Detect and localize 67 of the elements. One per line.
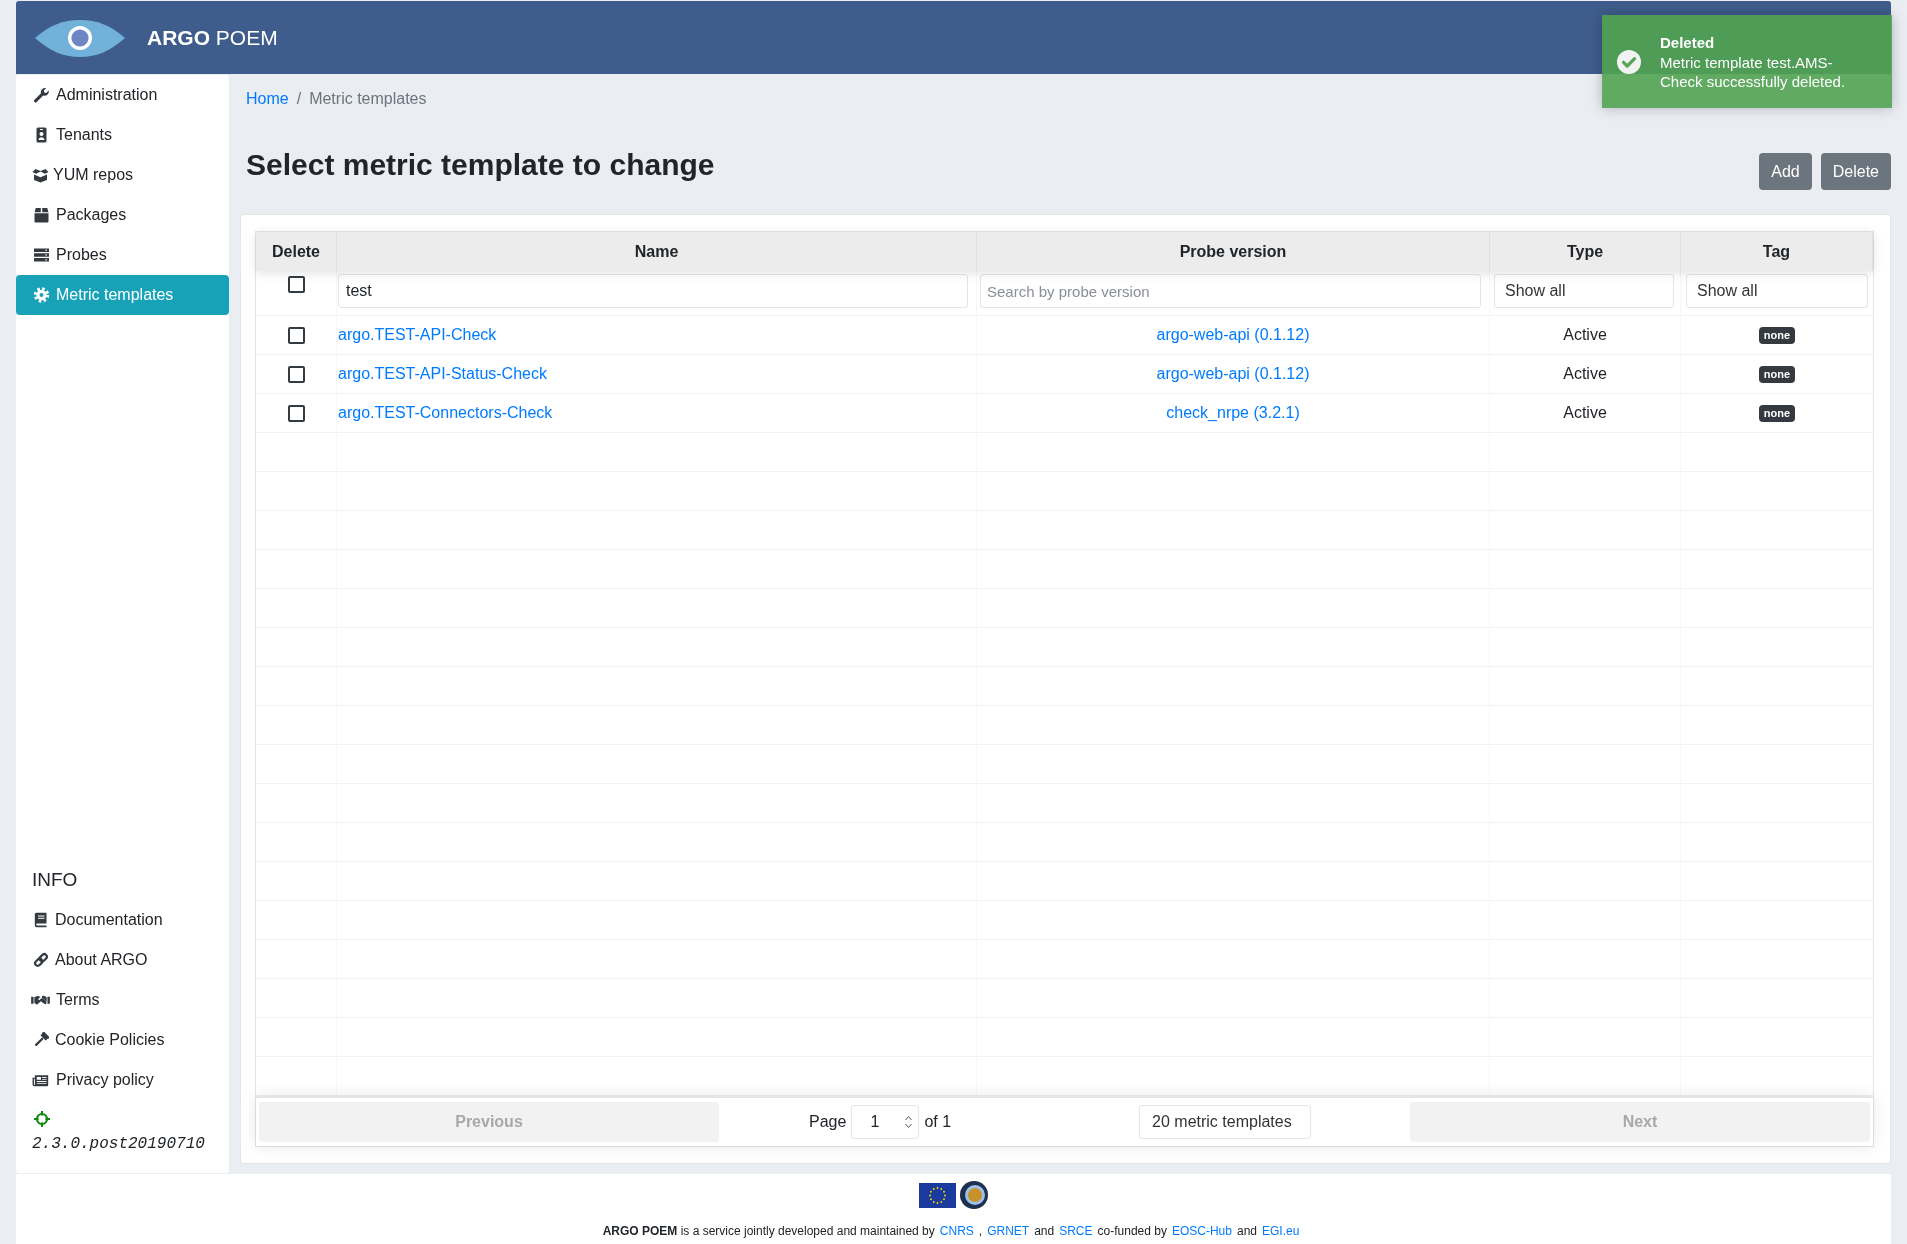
eu-flag-icon [918,1182,956,1208]
info-heading: INFO [31,867,79,892]
open-box-icon [31,167,50,183]
footer-link[interactable]: EGI.eu [1262,1222,1300,1240]
page-size-dropdown[interactable]: 20 metric templates [1139,1105,1311,1139]
action-button[interactable]: Add [1759,153,1812,190]
footer-credits: ARGO POEM is a service jointly developed and maintained by CNRS , GRNET and SRCE co-funded by EOSC-Hub and EGI.eu [602,1222,1301,1240]
column-header[interactable]: Name [337,232,977,271]
footer-link[interactable]: EOSC-Hub [1171,1222,1232,1240]
newspaper-icon [31,1072,50,1088]
probe-version-link[interactable]: argo-web-api (0.1.12) [1156,323,1310,347]
type-text: Active [1563,364,1607,384]
link-icon [33,952,49,968]
sidebar-item[interactable]: Tenants [16,115,229,155]
info-link[interactable]: Documentation [16,900,229,940]
spinner-arrows-icon [905,1115,913,1129]
page-title: Select metric template to change [246,147,715,183]
tag-badge: none [1758,404,1796,422]
sidebar-item[interactable]: Probes [16,235,229,275]
tag-badge: none [1758,365,1796,383]
template-name-link[interactable]: argo.TEST-API-Check [338,323,497,347]
info-link[interactable]: Cookie Policies [16,1020,229,1060]
breadcrumb-current: Metric templates [309,89,427,109]
checkbox[interactable] [287,326,305,344]
footer-link[interactable]: GRNET [987,1222,1030,1240]
ring-logo-icon [958,1180,989,1210]
probe-version-link[interactable]: check_nrpe (3.2.1) [1166,401,1300,425]
checkbox[interactable] [287,365,305,383]
version-text: 2.3.0.post20190710 [31,1134,206,1154]
template-name-link[interactable]: argo.TEST-API-Status-Check [338,362,547,386]
column-header[interactable]: Delete [256,232,337,271]
book-icon [33,912,49,928]
column-header[interactable]: Tag [1681,232,1873,271]
checkbox[interactable] [287,276,305,293]
probe-version-link[interactable]: argo-web-api (0.1.12) [1156,362,1310,386]
server-icon [33,247,50,263]
info-link[interactable]: Terms [16,980,229,1020]
sidebar-item[interactable]: YUM repos [16,155,229,195]
type-filter-dropdown[interactable]: Show all [1494,274,1674,308]
tag-badge: none [1758,326,1796,344]
column-header[interactable]: Probe version [977,232,1490,271]
brand-name: ARGO POEM [147,24,278,51]
footer-link[interactable]: CNRS [939,1222,974,1240]
sidebar-item[interactable]: Administration [16,75,229,115]
action-button[interactable]: Delete [1820,153,1891,190]
wrench-icon [33,87,50,103]
breadcrumb-separator: / [295,89,303,109]
checkbox[interactable] [287,404,305,422]
crosshair-icon [34,1111,50,1127]
type-text: Active [1563,325,1607,345]
page-number-field[interactable]: 1 [851,1105,920,1139]
toast-title: Deleted [1660,32,1715,53]
gavel-icon [33,1032,49,1048]
sidebar-item[interactable]: Packages [16,195,229,235]
footer-link[interactable]: SRCE [1059,1222,1093,1240]
template-name-link[interactable]: argo.TEST-Connectors-Check [338,401,553,425]
page-label: Page [809,1112,847,1132]
info-link[interactable]: Privacy policy [16,1060,229,1100]
gear-icon [33,287,50,303]
tag-filter-dropdown[interactable]: Show all [1686,274,1868,308]
info-link[interactable]: About ARGO [16,940,229,980]
check-circle-icon [1617,49,1641,74]
type-text: Active [1563,403,1607,423]
box-icon [33,207,50,223]
toast-message: Metric template test.AMS-Check successfully deleted. [1660,52,1847,91]
column-header[interactable]: Type [1490,232,1681,271]
page-count-text: of 1 [924,1112,952,1132]
